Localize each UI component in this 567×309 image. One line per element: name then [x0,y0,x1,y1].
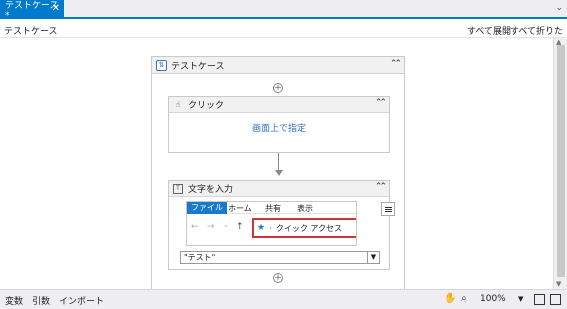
up-arrow-icon: ↑ [236,222,244,232]
back-arrow-icon: ← [191,222,199,232]
search-icon[interactable]: ⌕ [461,293,467,304]
text-value-field[interactable]: "テスト" [180,251,368,264]
scroll-down-icon[interactable]: ▼ [556,280,561,288]
zoom-level[interactable]: 100% [480,294,506,304]
click-icon: ☝ [175,100,181,109]
scrollbar-thumb[interactable] [557,45,565,277]
add-activity-icon[interactable]: + [273,273,283,283]
sequence-header[interactable]: ⇅ テストケース ⌃⌃ [152,57,404,74]
type-into-icon: T [173,183,183,194]
document-tab-bar: テストケース * ✕ ⌄ [0,0,567,21]
arguments-tab[interactable]: 引数 [32,294,50,307]
tab-testcase[interactable]: テストケース * ✕ [0,0,64,21]
collapse-icon[interactable]: ⌃⌃ [390,59,402,69]
collapse-icon[interactable]: ⌃⌃ [375,98,387,108]
preview-tab-share: 共有 [265,204,281,213]
target-highlight: ★ › クイック アクセス [252,218,356,238]
collapse-icon[interactable]: ⌃⌃ [375,182,387,192]
sequence-container[interactable]: ⇅ テストケース ⌃⌃ + ☝ クリック ⌃⌃ 画面上で指定 T 文字を入力 ⌃… [151,56,405,289]
vertical-scrollbar[interactable]: ▲ ▼ [553,38,567,289]
type-into-activity[interactable]: T 文字を入力 ⌃⌃ ファイル ホーム 共有 表示 ← → ⌄ ↑ ★ › クイ [168,180,395,270]
variables-tab[interactable]: 変数 [5,294,23,307]
sequence-title: テストケース [171,61,225,72]
imports-tab[interactable]: インポート [59,294,104,307]
click-activity-title: クリック [188,101,225,111]
star-icon: ★ [257,223,266,233]
chevron-down-icon[interactable]: ▼ [518,295,523,303]
flow-connector [278,153,279,171]
hamburger-menu-icon[interactable] [381,202,395,216]
hand-icon[interactable]: ✋ [444,293,456,304]
preview-tab-home: ホーム [228,204,252,213]
designer-toolbar: テストケース すべて展開 すべて折りたたみ [0,21,567,50]
type-into-activity-header[interactable]: T 文字を入力 ⌃⌃ [169,181,389,197]
target-label: クイック アクセス [275,223,343,233]
add-activity-icon[interactable]: + [273,83,283,93]
preview-ribbon-tabs: ファイル ホーム 共有 表示 [187,202,356,214]
expand-all-button[interactable]: すべて展開 [467,24,511,37]
click-activity-header[interactable]: ☝ クリック ⌃⌃ [169,97,389,113]
forward-arrow-icon: → [207,222,215,232]
click-activity[interactable]: ☝ クリック ⌃⌃ 画面上で指定 [168,96,390,153]
preview-tab-view: 表示 [297,204,313,213]
breadcrumb[interactable]: テストケース [4,24,58,37]
sequence-icon: ⇅ [156,59,167,71]
close-icon[interactable]: ✕ [52,3,60,14]
preview-tab-file: ファイル [187,202,227,214]
designer-canvas: ⇅ テストケース ⌃⌃ + ☝ クリック ⌃⌃ 画面上で指定 T 文字を入力 ⌃… [0,38,553,289]
statusbar: 変数 引数 インポート ✋ ⌕ 100% ▼ [0,289,567,309]
recent-chevron-icon: ⌄ [223,221,229,229]
breadcrumb-separator: › [269,224,272,232]
chevron-down-icon[interactable]: ⌄ [555,3,563,13]
overview-icon[interactable] [550,294,561,305]
target-preview-image[interactable]: ファイル ホーム 共有 表示 ← → ⌄ ↑ ★ › クイック アクセス [186,201,357,246]
flow-arrow [275,170,283,176]
fit-screen-icon[interactable] [534,294,545,305]
indicate-on-screen-link[interactable]: 画面上で指定 [169,121,389,134]
chevron-down-icon[interactable]: ▼ [368,251,380,264]
type-into-activity-title: 文字を入力 [188,185,234,195]
